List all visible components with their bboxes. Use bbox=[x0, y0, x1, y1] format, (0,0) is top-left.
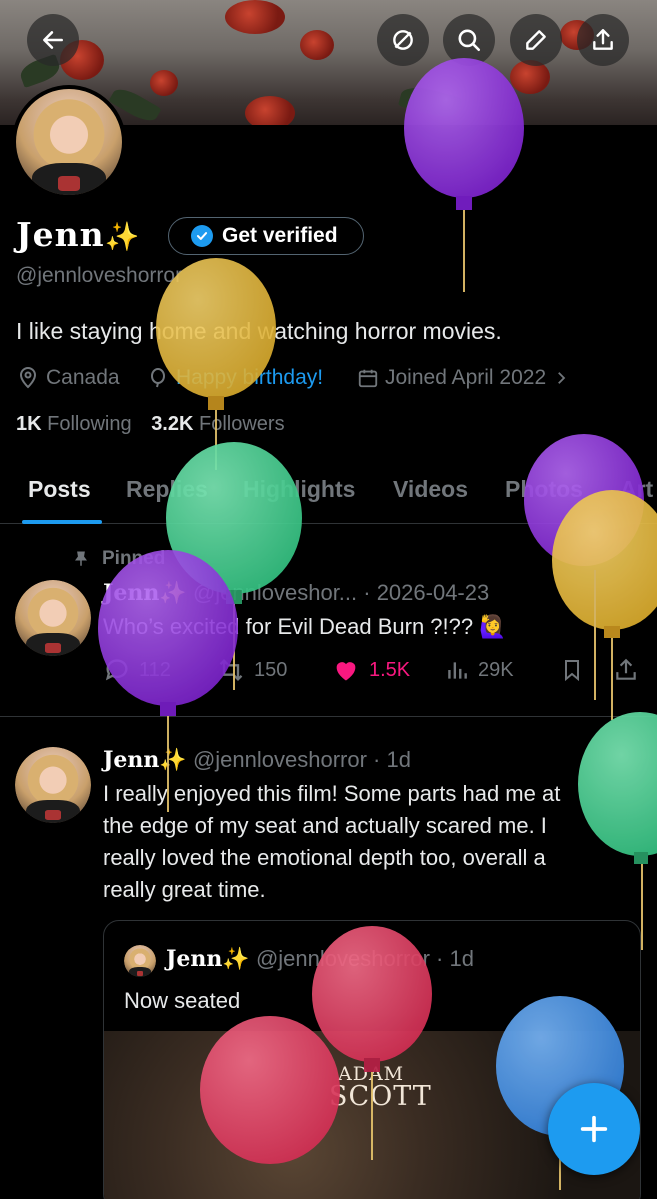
post-share-button[interactable] bbox=[613, 652, 639, 688]
like-button[interactable]: 1.5K bbox=[331, 652, 410, 688]
profile-joined[interactable]: Joined April 2022 bbox=[357, 366, 576, 390]
post-avatar[interactable] bbox=[15, 580, 91, 656]
grok-button[interactable] bbox=[377, 14, 429, 66]
balloon-icon bbox=[151, 368, 165, 388]
post-text-line: I really enjoyed this film! Some parts h… bbox=[103, 781, 561, 806]
banner-rose bbox=[225, 0, 285, 34]
share-icon bbox=[593, 29, 613, 50]
post-author-name[interactable]: Jenn bbox=[103, 747, 159, 773]
banner-rose bbox=[150, 70, 178, 96]
tab-photos[interactable]: Photos bbox=[505, 476, 583, 503]
repost-icon bbox=[219, 659, 243, 681]
profile-avatar[interactable] bbox=[12, 85, 126, 199]
balloon-green bbox=[578, 712, 657, 950]
pin-icon bbox=[75, 551, 87, 566]
balloon-yellow bbox=[156, 258, 276, 470]
post-avatar[interactable] bbox=[15, 747, 91, 823]
plus-icon bbox=[580, 1115, 608, 1143]
banner-rose bbox=[300, 30, 334, 60]
get-verified-button[interactable]: Get verified bbox=[168, 217, 364, 255]
tab-replies[interactable]: Replies bbox=[126, 476, 208, 503]
following-link[interactable]: 1K Following bbox=[16, 413, 132, 435]
back-button[interactable] bbox=[27, 14, 79, 66]
post-header: Jenn✨ @jennloveshor... · 2026-04-23 bbox=[103, 580, 490, 606]
banner-leaf bbox=[397, 82, 463, 122]
active-tab-indicator bbox=[22, 520, 102, 524]
bookmark-button[interactable] bbox=[560, 652, 584, 688]
followers-link[interactable]: 3.2K Followers bbox=[151, 413, 284, 435]
verified-badge-icon bbox=[191, 225, 213, 247]
edit-button[interactable] bbox=[510, 14, 562, 66]
tab-posts[interactable]: Posts bbox=[28, 476, 91, 503]
location-icon bbox=[19, 367, 37, 389]
post-handle-date: @jennloveshor... · 2026-04-23 bbox=[192, 580, 490, 605]
bookmark-icon bbox=[565, 660, 579, 682]
banner-rose bbox=[245, 96, 295, 125]
get-verified-label: Get verified bbox=[222, 224, 338, 247]
profile-birthday[interactable]: Happy birthday! bbox=[146, 366, 323, 390]
profile-tabs: Posts Replies Highlights Videos Photos A… bbox=[0, 460, 657, 524]
post-text-line: really great time. bbox=[103, 877, 266, 902]
profile-location: Canada bbox=[16, 366, 120, 390]
tab-art[interactable]: Art bbox=[620, 476, 653, 503]
reply-button[interactable]: 112 bbox=[103, 652, 171, 688]
quote-text: Now seated bbox=[124, 988, 241, 1013]
tab-highlights[interactable]: Highlights bbox=[243, 476, 355, 503]
repost-button[interactable]: 150 bbox=[216, 652, 287, 688]
tab-videos[interactable]: Videos bbox=[393, 476, 468, 503]
post-header: Jenn✨ @jennloveshorror · 1d bbox=[103, 747, 411, 773]
calendar-icon bbox=[358, 369, 378, 388]
search-icon bbox=[458, 29, 481, 52]
profile-handle: @jennloveshorror bbox=[16, 264, 183, 287]
share-button[interactable] bbox=[577, 14, 629, 66]
post-author-name[interactable]: Jenn bbox=[103, 580, 159, 606]
poster-text: SCOTT bbox=[329, 1081, 432, 1112]
edit-icon bbox=[526, 30, 546, 50]
back-arrow-icon bbox=[43, 31, 63, 49]
avatar-image bbox=[16, 89, 122, 195]
profile-name: Jenn✨ bbox=[16, 215, 141, 254]
post-text: Who’s excited for Evil Dead Burn ?!?? 🙋‍… bbox=[103, 614, 507, 639]
post-text-line: the edge of my seat and actually scared … bbox=[103, 813, 547, 838]
reply-icon bbox=[105, 659, 128, 681]
quote-header: Jenn✨ @jennloveshorror · 1d bbox=[166, 946, 474, 972]
search-button[interactable] bbox=[443, 14, 495, 66]
post-handle-date: @jennloveshorror · 1d bbox=[192, 747, 411, 772]
quote-avatar bbox=[124, 945, 156, 977]
share-icon bbox=[616, 658, 636, 680]
compose-post-button[interactable] bbox=[548, 1083, 640, 1175]
views-icon bbox=[448, 662, 467, 679]
chevron-right-icon bbox=[558, 372, 566, 384]
views-button[interactable]: 29K bbox=[444, 652, 514, 688]
heart-icon bbox=[336, 662, 356, 681]
post-text-line: really loved the emotional depth too, ov… bbox=[103, 845, 546, 870]
pinned-label: Pinned bbox=[72, 548, 165, 570]
follow-counts: 1K Following 3.2K Followers bbox=[16, 413, 285, 436]
profile-bio: I like staying home and watching horror … bbox=[16, 318, 502, 344]
grok-icon bbox=[393, 30, 413, 50]
post-divider bbox=[0, 716, 657, 717]
